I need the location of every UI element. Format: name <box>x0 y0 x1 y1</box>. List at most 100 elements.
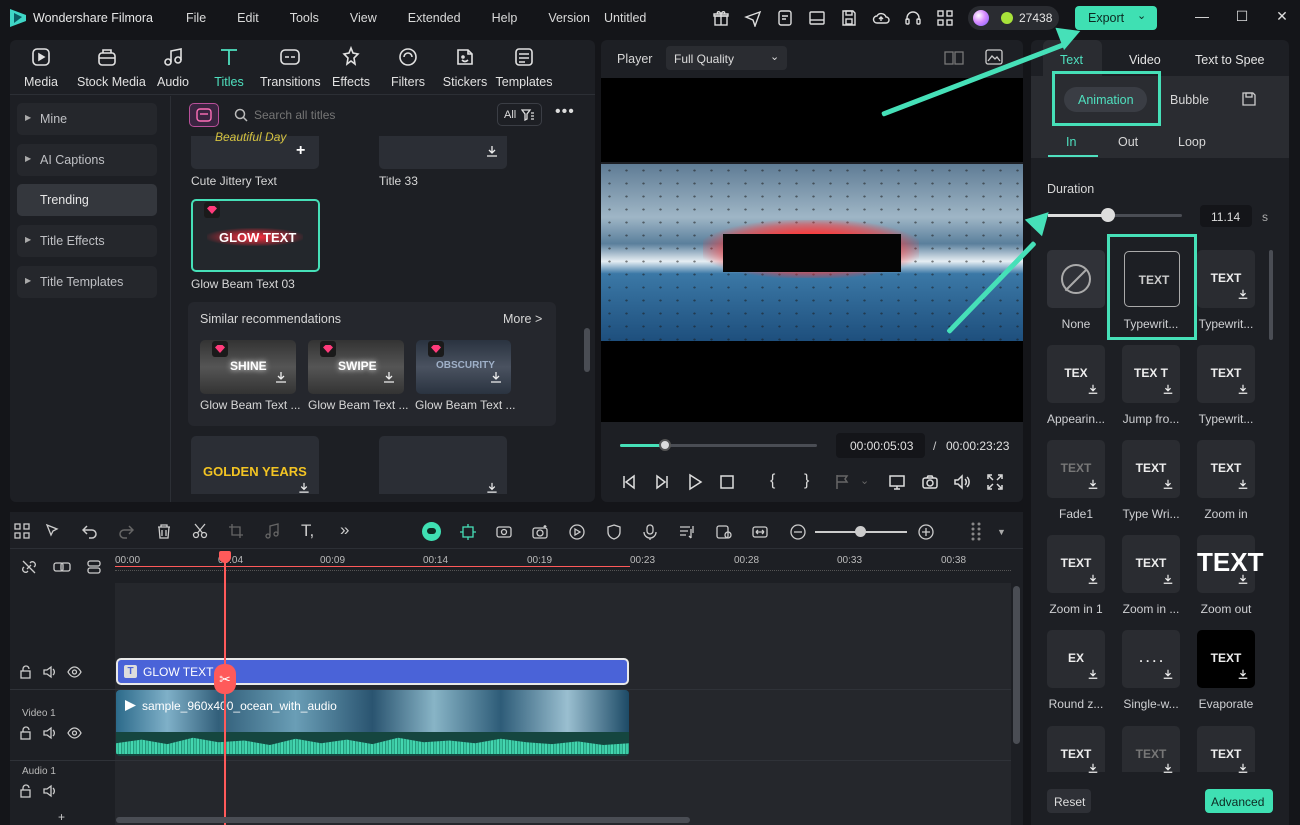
zoom-knob[interactable] <box>855 526 866 537</box>
library-scrollbar[interactable] <box>584 328 590 372</box>
text-tool-icon[interactable]: T, <box>301 521 314 541</box>
apps-grid-icon[interactable] <box>936 9 954 27</box>
mode-tab-loop[interactable]: Loop <box>1178 135 1206 149</box>
tool-transitions[interactable]: Transitions <box>260 46 321 89</box>
send-icon[interactable] <box>744 9 762 27</box>
animation-preset-18[interactable]: TEXT <box>1197 726 1255 774</box>
animation-preset-14[interactable]: . . . . <box>1122 630 1180 688</box>
speed-icon[interactable] <box>568 523 586 541</box>
save-icon[interactable] <box>840 9 858 27</box>
similar-thumb-3[interactable]: OBSCURITY <box>416 340 511 394</box>
download-icon[interactable] <box>1237 762 1249 774</box>
similar-thumb-2[interactable]: SWIPE <box>308 340 404 394</box>
tool-templates[interactable]: Templates <box>494 46 554 89</box>
menu-tools[interactable]: Tools <box>290 11 319 25</box>
subtab-bubble[interactable]: Bubble <box>1170 93 1209 107</box>
download-icon[interactable] <box>1237 478 1249 490</box>
download-icon[interactable] <box>382 370 396 384</box>
select-tool-icon[interactable] <box>45 523 61 539</box>
redo-icon[interactable] <box>118 523 134 539</box>
menu-edit[interactable]: Edit <box>237 11 259 25</box>
cloud-icon[interactable] <box>872 9 890 27</box>
lock-icon[interactable] <box>19 784 32 798</box>
download-icon[interactable] <box>1162 573 1174 585</box>
download-icon[interactable] <box>297 481 311 494</box>
download-icon[interactable] <box>485 144 499 158</box>
reset-button[interactable]: Reset <box>1047 789 1091 813</box>
animation-preset-11[interactable]: TEXT <box>1122 535 1180 593</box>
playback-progress-track[interactable] <box>620 439 817 451</box>
replace-icon[interactable] <box>715 523 733 541</box>
tool-audio[interactable]: Audio <box>143 46 203 89</box>
sidebar-item-title-effects[interactable]: ▶ Title Effects <box>17 225 157 257</box>
download-icon[interactable] <box>1087 573 1099 585</box>
marker-icon[interactable] <box>834 473 852 491</box>
ai-title-button[interactable] <box>189 103 219 127</box>
download-icon[interactable] <box>489 370 503 384</box>
title-thumb-blank[interactable] <box>379 436 507 494</box>
duration-input[interactable]: 11.14 <box>1200 205 1252 227</box>
download-icon[interactable] <box>1237 668 1249 680</box>
eye-icon[interactable] <box>67 665 82 679</box>
credits-badge[interactable]: 27438 <box>968 6 1059 30</box>
tool-stock-media[interactable]: Stock Media <box>77 46 146 89</box>
auto-highlight-icon[interactable] <box>459 523 477 541</box>
zoom-out-icon[interactable] <box>789 523 807 541</box>
fullscreen-icon[interactable] <box>986 473 1004 491</box>
menu-help[interactable]: Help <box>492 11 518 25</box>
mute-icon[interactable] <box>42 726 57 740</box>
mute-icon[interactable] <box>42 784 57 798</box>
camera-icon[interactable] <box>921 473 939 491</box>
tab-text-to-speech[interactable]: Text to Spee <box>1195 53 1289 67</box>
compare-view-icon[interactable] <box>944 51 964 65</box>
duration-slider[interactable] <box>1048 208 1182 222</box>
tool-titles[interactable]: Titles <box>199 46 259 89</box>
scissors-icon[interactable] <box>192 523 208 539</box>
zoom-in-icon[interactable] <box>917 523 935 541</box>
stop-icon[interactable] <box>718 473 736 491</box>
more-link[interactable]: More > <box>503 312 542 326</box>
tab-text[interactable]: Text <box>1060 53 1083 67</box>
delete-icon[interactable] <box>156 523 172 539</box>
unlink-icon[interactable] <box>21 559 37 575</box>
fit-timeline-icon[interactable] <box>751 523 769 541</box>
download-icon[interactable] <box>1087 668 1099 680</box>
similar-thumb-1[interactable]: SHINE <box>200 340 296 394</box>
animation-preset-16[interactable]: TEXT <box>1047 726 1105 773</box>
animation-preset-9[interactable]: TEXT <box>1197 440 1255 498</box>
title-text-overlay[interactable] <box>723 234 901 272</box>
undo-icon[interactable] <box>82 523 98 539</box>
title-thumb-golden-years[interactable]: GOLDEN YEARS <box>191 436 319 494</box>
animation-preset-15[interactable]: TEXT <box>1197 630 1255 688</box>
eye-icon[interactable] <box>67 726 82 740</box>
mark-out-icon[interactable]: } <box>804 472 809 490</box>
title-thumb-title-33[interactable] <box>379 136 507 169</box>
menu-file[interactable]: File <box>186 11 206 25</box>
chevron-down-icon[interactable]: ⌄ <box>860 474 869 487</box>
crop-icon[interactable] <box>228 523 244 539</box>
animation-preset-12[interactable]: TEXT <box>1197 535 1263 593</box>
advanced-button[interactable]: Advanced <box>1205 789 1273 813</box>
download-icon[interactable] <box>1162 668 1174 680</box>
animation-preset-7[interactable]: TEXT <box>1047 440 1105 498</box>
microphone-icon[interactable] <box>641 523 659 541</box>
layout-icon[interactable] <box>808 9 826 27</box>
grid-dots-icon[interactable] <box>968 521 986 541</box>
tool-filters[interactable]: Filters <box>378 46 438 89</box>
scene-detect-icon[interactable] <box>495 523 513 541</box>
layout-grid-icon[interactable] <box>14 523 30 539</box>
download-icon[interactable] <box>485 481 499 494</box>
split-scissors-icon[interactable]: ✂ <box>214 664 236 694</box>
audio-mixer-icon[interactable] <box>678 523 696 541</box>
audio-edit-icon[interactable] <box>264 523 280 539</box>
filter-dropdown[interactable]: All <box>497 103 542 126</box>
title-thumb-glow-beam-03[interactable]: GLOW TEXT <box>191 199 320 272</box>
animation-preset-8[interactable]: TEXT <box>1122 440 1180 498</box>
export-button[interactable]: Export ⌄ <box>1075 6 1157 30</box>
timeline-v-scrollbar[interactable] <box>1013 586 1020 744</box>
animation-preset-1[interactable] <box>1047 250 1105 308</box>
animation-preset-17[interactable]: TEXT <box>1122 726 1180 773</box>
add-track-icon[interactable]: + <box>58 810 65 824</box>
next-frame-icon[interactable] <box>653 473 671 491</box>
lock-icon[interactable] <box>19 726 32 740</box>
